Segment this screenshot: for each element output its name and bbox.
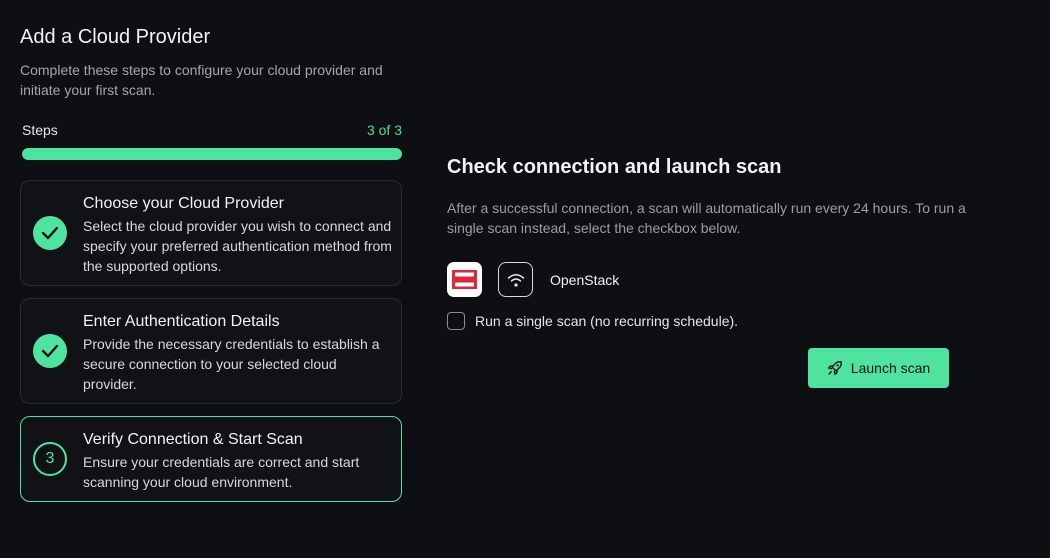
step-text: Enter Authentication Details Provide the… xyxy=(83,312,393,394)
steps-header: Steps 3 of 3 xyxy=(20,122,404,138)
launch-scan-label: Launch scan xyxy=(850,360,931,376)
step-number-badge: 3 xyxy=(33,442,67,476)
steps-label: Steps xyxy=(22,122,58,138)
rocket-icon xyxy=(827,361,842,375)
step-card-1[interactable]: Choose your Cloud Provider Select the cl… xyxy=(20,180,402,286)
steps-progress-fill xyxy=(22,148,402,160)
steps-count: 3 of 3 xyxy=(366,122,402,138)
single-scan-checkbox-label[interactable]: Run a single scan (no recurring schedule… xyxy=(475,313,738,329)
step-description: Select the cloud provider you wish to co… xyxy=(83,218,392,274)
provider-name: OpenStack xyxy=(550,271,620,288)
wizard-sidebar: Add a Cloud Provider Complete these step… xyxy=(20,24,404,510)
page-title: Add a Cloud Provider xyxy=(20,26,211,48)
step-title: Verify Connection & Start Scan xyxy=(83,431,303,448)
step-card-2[interactable]: Enter Authentication Details Provide the… xyxy=(20,298,402,404)
single-scan-checkbox[interactable] xyxy=(447,312,465,330)
step-title: Choose your Cloud Provider xyxy=(83,195,284,212)
provider-row: OpenStack xyxy=(447,262,967,297)
wifi-icon xyxy=(498,262,533,297)
single-scan-option[interactable]: Run a single scan (no recurring schedule… xyxy=(447,312,967,330)
step-complete-check-icon xyxy=(33,216,67,250)
page-subtitle: Complete these steps to configure your c… xyxy=(20,62,383,98)
step-description: Provide the necessary credentials to est… xyxy=(83,336,380,392)
section-title: Check connection and launch scan xyxy=(447,156,782,178)
step-title: Enter Authentication Details xyxy=(83,313,280,330)
step-card-3[interactable]: 3 Verify Connection & Start Scan Ensure … xyxy=(20,416,402,502)
step-text: Verify Connection & Start Scan Ensure yo… xyxy=(83,430,393,492)
connection-panel: Check connection and launch scan After a… xyxy=(447,154,967,388)
step-complete-check-icon xyxy=(33,334,67,368)
step-list: Choose your Cloud Provider Select the cl… xyxy=(20,180,404,510)
openstack-logo-icon xyxy=(447,262,482,297)
step-text: Choose your Cloud Provider Select the cl… xyxy=(83,194,393,276)
launch-scan-button[interactable]: Launch scan xyxy=(808,348,949,388)
steps-progress-bar xyxy=(22,148,402,160)
step-description: Ensure your credentials are correct and … xyxy=(83,454,360,490)
section-description: After a successful connection, a scan wi… xyxy=(447,200,966,236)
